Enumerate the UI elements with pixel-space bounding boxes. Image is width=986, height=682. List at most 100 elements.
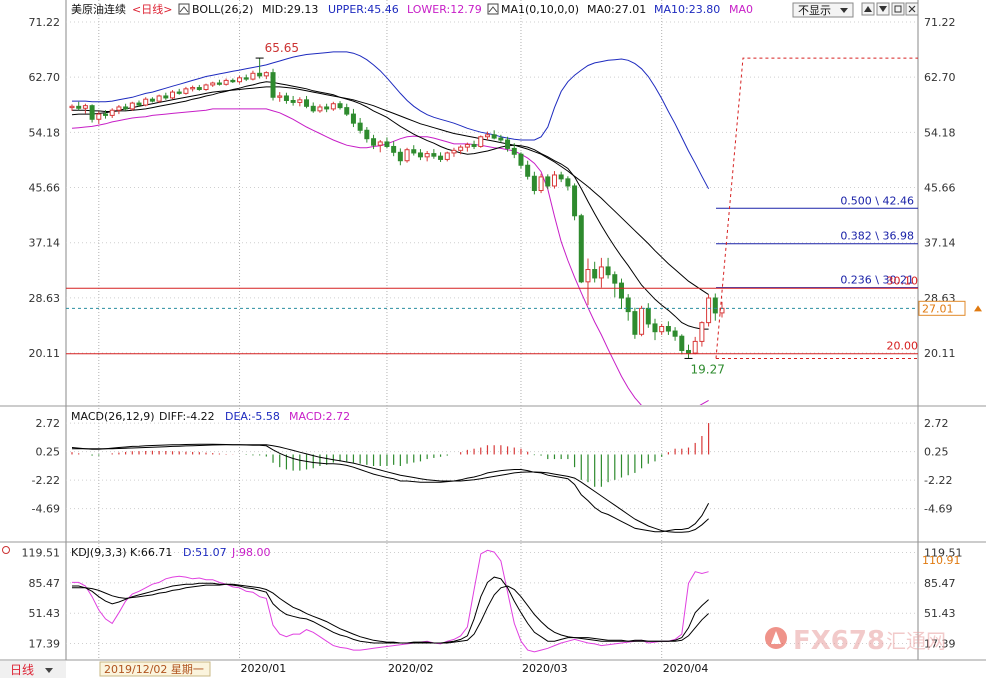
candle-body [304,99,310,107]
chart-stage: 0.500 \ 42.46 0.382 \ 36.98 0.236 \ 30.21 3… [0,0,986,678]
candle-body [216,82,222,85]
y-tick-label: 45.66 [29,182,61,195]
kdj-title: KDJ(9,3,3) [71,546,127,559]
candle-body [210,82,216,86]
kdj-k: K:66.71 [130,546,172,559]
watermark-cn: 汇通网 [886,629,946,653]
ma0-label: MA0 [729,3,753,16]
candle-body [170,91,176,99]
candle-body [612,274,618,284]
y-tick-label-right: 54.18 [924,126,956,139]
candle-body [377,141,383,146]
candle-body [525,164,531,177]
high-price-label: 65.65 [265,41,299,55]
y-tick-label: 62.70 [29,71,61,84]
macd-y-tick: 0.25 [36,446,61,459]
candle-body [618,282,624,299]
candle-body [371,138,377,146]
macd-y-tick-right: 0.25 [924,446,949,459]
fib-level-label: 0.500 \ 42.46 [840,194,914,207]
macd-title: MACD(26,12,9) [71,410,155,423]
candle-body [692,340,698,354]
candle-body [183,88,189,94]
candle-body [324,106,330,110]
candle-body [438,155,444,160]
watermark: FX678 汇通网 [765,626,946,656]
current-price-label: 27.01 [922,302,954,315]
candle-body [123,106,129,110]
candle-body [538,176,544,192]
candle-body [357,122,363,131]
candle-body [551,174,557,187]
candle-body [297,99,303,103]
candle-body [417,152,423,158]
candle-body [330,103,336,110]
x-tick-label: 2020/04 [663,662,709,675]
candle-body [149,98,155,102]
kdj-y-tick: 51.43 [29,607,61,620]
candle-body [531,175,537,192]
macd-value: MACD:2.72 [289,410,350,423]
y-tick-label: 20.11 [29,347,61,360]
macd-y-tick: -2.22 [32,474,60,487]
candle-body [518,153,524,166]
x-tick-label: 2020/03 [522,662,568,675]
candle-body [270,72,276,98]
candle-body [511,147,517,155]
macd-y-tick-right: 2.72 [924,417,949,430]
candle-body [411,149,417,154]
candle-body [471,144,477,147]
y-tick-label-right: 62.70 [924,71,956,84]
candle-body [706,297,712,324]
candle-body [69,105,75,109]
candle-body [505,139,511,149]
candle-body [317,106,323,112]
low-price-label: 19.27 [690,362,724,376]
maximize-button[interactable] [891,2,905,16]
y-tick-label: 71.22 [29,16,61,29]
candle-body [277,95,283,98]
candle-body [344,107,350,115]
y-tick-label-right: 37.14 [924,237,956,250]
candle-body [625,297,631,313]
candle-body [478,136,484,147]
candle-body [364,129,370,140]
support-label: 20.00 [887,340,919,353]
candle-body [263,72,269,77]
candle-body [237,77,243,83]
candle-body [384,141,390,147]
candle-body [404,149,410,162]
candle-body [699,322,705,342]
candle-body [310,105,316,112]
candle-body [558,174,564,180]
y-tick-label-right: 71.22 [924,16,956,29]
chart-svg: 0.500 \ 42.460.382 \ 36.980.236 \ 30.213… [0,0,986,678]
candle-body [337,103,343,109]
candle-body [250,72,256,80]
candle-body [243,77,249,80]
period-button[interactable]: 日线 [10,663,34,677]
kdj-current-label: 110.91 [922,554,961,567]
candle-body [592,269,598,279]
ma0-value: MA0:27.01 [587,3,646,16]
candle-body [598,266,604,279]
candle-body [230,79,236,83]
candle-body [632,311,638,335]
kdj-j: J:98.00 [231,546,270,559]
candle-body [190,87,196,90]
candle-body [431,153,437,157]
candle-body [672,330,678,337]
candle-body [129,102,135,110]
x-tick-label: 2020/01 [241,662,287,675]
candle-body [156,95,162,102]
y-tick-label-right: 20.11 [924,347,956,360]
candle-body [659,326,665,333]
period-label[interactable]: <日线> [132,2,172,16]
candle-body [491,134,497,139]
candle-body [96,113,102,120]
kdj-y-tick: 85.47 [29,577,61,590]
bottom-bar: 日线 2019/12/02 星期一 [0,661,211,678]
y-tick-label: 28.63 [29,292,61,305]
candle-body [685,349,691,354]
y-tick-label: 37.14 [29,237,61,250]
